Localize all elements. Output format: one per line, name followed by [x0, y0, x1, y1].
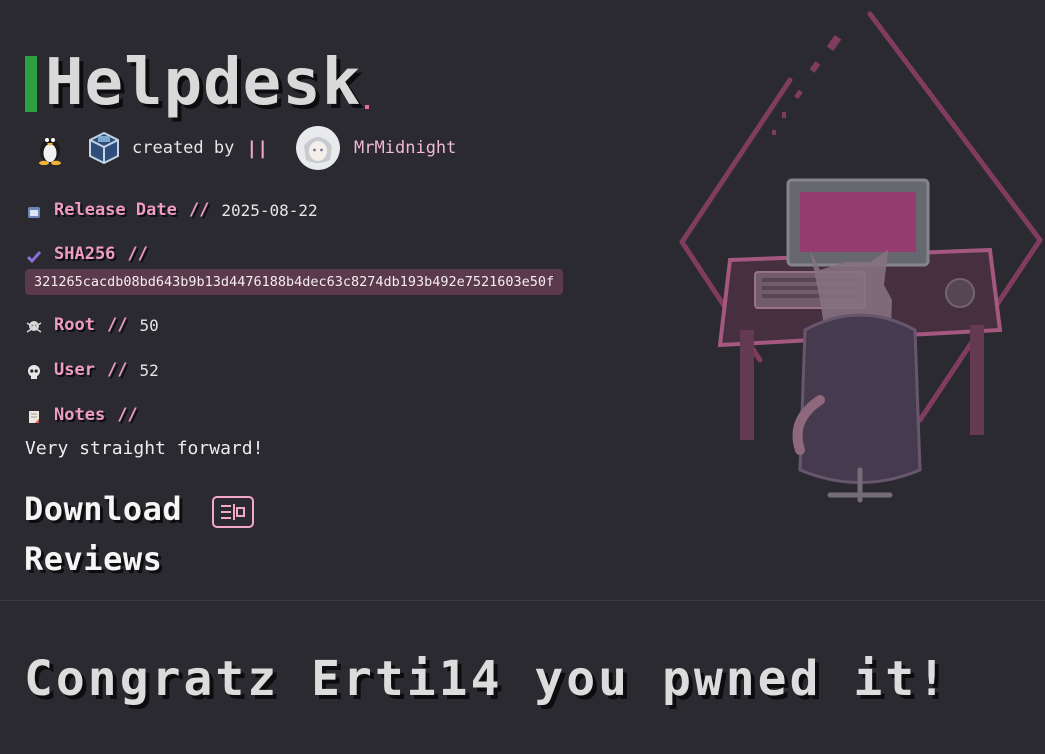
byline-separator: || [246, 137, 269, 159]
sha256-row: SHA256 // [25, 242, 148, 266]
root-value: 50 [139, 315, 159, 335]
author-avatar[interactable] [296, 126, 341, 170]
user-separator: // [106, 360, 128, 380]
title-accent-bar [25, 56, 37, 112]
notepad-icon [25, 408, 43, 426]
section-divider [0, 600, 1045, 601]
root-label: Root [54, 315, 95, 335]
user-label: User [54, 360, 95, 380]
download-heading: Download [24, 490, 183, 528]
created-by-label: created by [132, 138, 235, 158]
root-separator: // [106, 315, 128, 335]
checkmark-icon [25, 247, 43, 265]
linux-penguin-icon [34, 130, 66, 166]
sha256-label: SHA256 [54, 244, 116, 264]
skull-crossbones-icon [25, 318, 43, 336]
notes-row: Notes // [25, 403, 138, 427]
cat-hacker-illustration [679, 11, 1044, 503]
release-date-separator: // [188, 200, 210, 220]
release-date-label: Release Date [54, 200, 177, 220]
sha256-hash[interactable]: 321265cacdb08bd643b9b13d4476188b4dec63c8… [25, 269, 564, 295]
title-block: Helpdesk [25, 46, 370, 120]
release-date-row: Release Date // 2025-08-22 [25, 198, 318, 222]
root-row: Root // 50 [25, 313, 159, 337]
skull-icon [25, 363, 43, 381]
page: Helpdesk created by || MrMidnight Releas… [0, 0, 1045, 754]
download-card-icon [221, 504, 246, 520]
reviews-heading[interactable]: Reviews [24, 540, 162, 578]
machine-title: Helpdesk [45, 46, 362, 120]
download-section: Download [24, 490, 255, 528]
user-value: 52 [139, 360, 159, 380]
byline: created by || MrMidnight [34, 126, 456, 170]
release-date-value: 2025-08-22 [221, 200, 318, 220]
congrats-message: Congratz Erti14 you pwned it! [24, 651, 950, 707]
notes-label: Notes [54, 405, 106, 425]
title-dot [365, 105, 370, 109]
author-link[interactable]: MrMidnight [354, 138, 456, 158]
calendar-icon [25, 203, 43, 221]
notes-separator: // [117, 405, 138, 425]
download-button[interactable] [212, 496, 255, 528]
sha256-separator: // [127, 244, 148, 264]
user-row: User // 52 [25, 358, 159, 382]
notes-text: Very straight forward! [25, 438, 264, 459]
virtualbox-icon [88, 130, 120, 166]
